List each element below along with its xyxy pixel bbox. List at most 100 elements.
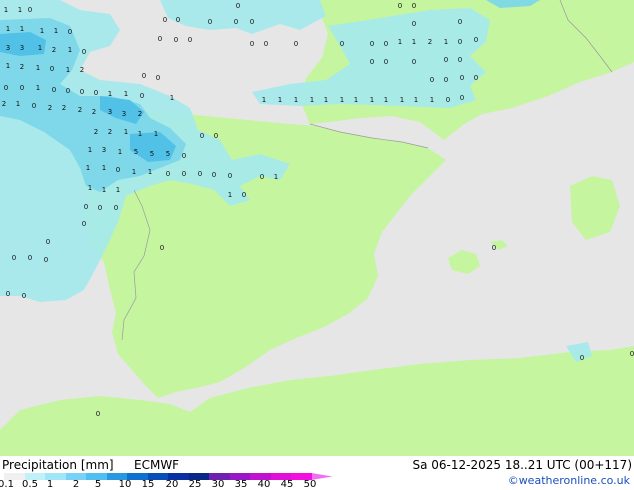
legend-footer: Precipitation [mm] ECMWF Sa 06-12-2025 1… <box>0 456 634 490</box>
precip-value-label: 0 <box>174 36 178 44</box>
precip-value-label: 0 <box>214 132 218 140</box>
precip-value-label: 0 <box>22 292 26 300</box>
precip-value-label: 0 <box>84 203 88 211</box>
colorbar-tick-label: 25 <box>188 479 202 490</box>
precip-value-label: 1 <box>108 90 112 98</box>
precip-value-label: 2 <box>20 63 24 71</box>
precip-value-label: 1 <box>132 168 136 176</box>
precip-value-label: 1 <box>16 100 20 108</box>
precip-value-label: 0 <box>412 20 416 28</box>
precip-value-label: 0 <box>198 170 202 178</box>
precip-value-label: 1 <box>148 168 152 176</box>
validity-time: Sa 06-12-2025 18..21 UTC (00+117) <box>412 458 632 472</box>
precip-value-label: 0 <box>68 28 72 36</box>
precip-value-label: 0 <box>114 204 118 212</box>
precip-value-label: 5 <box>166 150 170 158</box>
precip-value-label: 1 <box>88 184 92 192</box>
precip-value-label: 1 <box>36 64 40 72</box>
precip-value-label: 0 <box>66 87 70 95</box>
precip-value-label: 0 <box>370 58 374 66</box>
precip-value-label: 0 <box>52 86 56 94</box>
precip-value-label: 0 <box>94 89 98 97</box>
precip-value-label: 0 <box>384 58 388 66</box>
precip-value-label: 0 <box>50 65 54 73</box>
precip-value-label: 2 <box>138 110 142 118</box>
precip-value-label: 0 <box>250 40 254 48</box>
precip-value-label: 1 <box>116 186 120 194</box>
colorbar-tick-label: 50 <box>303 479 317 490</box>
precip-value-label: 0 <box>80 88 84 96</box>
colorbar-tick-label: 1 <box>46 479 54 490</box>
precip-value-label: 0 <box>212 171 216 179</box>
precip-value-label: 1 <box>278 96 282 104</box>
precip-value-label: 0 <box>228 172 232 180</box>
precip-value-label: 0 <box>412 2 416 10</box>
precip-value-label: 2 <box>2 100 6 108</box>
precip-value-label: 0 <box>458 38 462 46</box>
precip-value-label: 0 <box>250 18 254 26</box>
precip-value-label: 3 <box>108 108 112 116</box>
precip-value-label: 5 <box>150 150 154 158</box>
precip-value-label: 0 <box>234 18 238 26</box>
precip-value-label: 1 <box>36 84 40 92</box>
precip-value-label: 0 <box>340 40 344 48</box>
colorbar-tick-label: 2 <box>72 479 80 490</box>
precip-value-label: 0 <box>474 74 478 82</box>
precip-value-label: 1 <box>66 66 70 74</box>
precip-value-label: 2 <box>92 108 96 116</box>
precip-value-label: 0 <box>458 56 462 64</box>
precip-value-label: 1 <box>274 173 278 181</box>
precip-value-label: 0 <box>260 173 264 181</box>
precip-value-label: 0 <box>264 40 268 48</box>
precip-value-label: 1 <box>124 90 128 98</box>
precip-value-label: 1 <box>354 96 358 104</box>
precip-value-label: 0 <box>630 350 634 358</box>
map-canvas: 1 1 0 0 0 0 0 0 0 1 1 1 1 0 0 0 0 0 0 0 3 3 1 2 1 0 1 2 1 0 1 2 0 0 0 0 1 0 0 0… <box>0 0 634 456</box>
precip-value-label: 3 <box>102 146 106 154</box>
colorbar-tick-label: 15 <box>141 479 155 490</box>
precip-value-label: 1 <box>414 96 418 104</box>
colorbar-tick-label: 20 <box>165 479 179 490</box>
precip-value-label: 1 <box>294 96 298 104</box>
precip-value-label: 1 <box>444 38 448 46</box>
model-name: ECMWF <box>134 458 180 472</box>
precip-value-label: 0 <box>458 18 462 26</box>
precip-value-label: 1 <box>412 38 416 46</box>
precip-value-label: 1 <box>384 96 388 104</box>
precip-value-label: 0 <box>82 220 86 228</box>
precip-value-label: 0 <box>460 74 464 82</box>
precip-value-label: 0 <box>176 16 180 24</box>
precip-value-label: 2 <box>94 128 98 136</box>
precip-value-label: 0 <box>444 76 448 84</box>
precip-value-label: 0 <box>28 254 32 262</box>
colorbar-tick-label: 40 <box>257 479 271 490</box>
colorbar-tick-label: 0.5 <box>22 479 38 490</box>
precip-value-label: 0 <box>492 244 496 252</box>
precip-value-label: 2 <box>48 104 52 112</box>
precip-value-label: 1 <box>154 130 158 138</box>
precip-value-label: 1 <box>6 25 10 33</box>
precip-value-label: 0 <box>96 410 100 418</box>
precip-value-label: 1 <box>170 94 174 102</box>
precip-value-label: 1 <box>398 38 402 46</box>
legend-title: Precipitation [mm] <box>2 458 114 472</box>
precip-value-label: 0 <box>294 40 298 48</box>
precip-value-label: 0 <box>98 204 102 212</box>
precip-value-label: 0 <box>182 152 186 160</box>
precip-value-label: 0 <box>370 40 374 48</box>
precip-value-label: 0 <box>156 74 160 82</box>
precip-value-label: 0 <box>140 92 144 100</box>
precip-value-label: 0 <box>82 48 86 56</box>
precip-value-label: 0 <box>46 238 50 246</box>
precip-value-label: 1 <box>124 128 128 136</box>
precip-value-label: 0 <box>28 6 32 14</box>
precip-value-label: 2 <box>80 66 84 74</box>
precip-value-label: 2 <box>62 104 66 112</box>
credit-link[interactable]: ©weatheronline.co.uk <box>508 474 630 488</box>
precip-value-label: 0 <box>398 2 402 10</box>
precip-value-label: 1 <box>86 164 90 172</box>
precip-value-label: 0 <box>242 191 246 199</box>
precip-value-label: 0 <box>158 35 162 43</box>
precip-value-label: 1 <box>324 96 328 104</box>
precip-value-label: 1 <box>38 44 42 52</box>
